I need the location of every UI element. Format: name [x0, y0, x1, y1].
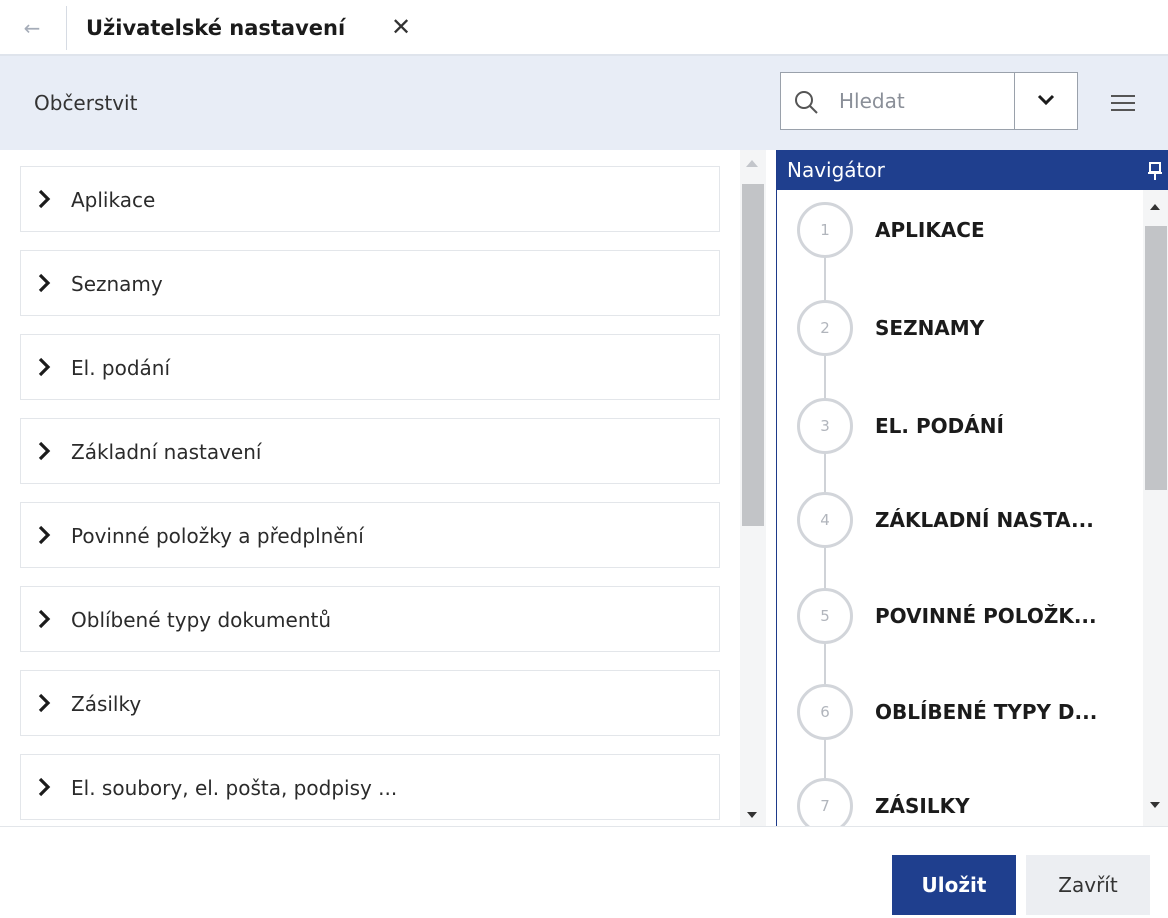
chevron-right-icon: [38, 693, 51, 713]
step-number: 1: [797, 202, 853, 258]
section-label: Povinné položky a předplnění: [71, 524, 364, 548]
step-number: 5: [797, 588, 853, 644]
search-dropdown-button[interactable]: [1015, 73, 1078, 129]
settings-section-list: Aplikace Seznamy El. podání Základní nas…: [0, 150, 740, 826]
chevron-right-icon: [38, 357, 51, 377]
search-icon: [795, 91, 818, 114]
section-label: Zásilky: [71, 692, 142, 716]
scrollbar-thumb[interactable]: [742, 184, 764, 526]
tab-bar: ← Uživatelské nastavení ✕: [0, 0, 1168, 56]
step-number: 3: [797, 398, 853, 454]
search-box: [780, 72, 1078, 130]
step-label: ZÁKLADNÍ NASTA...: [875, 508, 1094, 532]
list-scrollbar[interactable]: [740, 150, 766, 826]
navigator-header: Navigátor: [777, 150, 1168, 190]
chevron-right-icon: [38, 525, 51, 545]
tab-title[interactable]: Uživatelské nastavení: [86, 14, 345, 42]
section-el-soubory[interactable]: El. soubory, el. pošta, podpisy ...: [20, 754, 720, 820]
step-label: SEZNAMY: [875, 316, 985, 340]
chevron-right-icon: [38, 189, 51, 209]
section-zasilky[interactable]: Zásilky: [20, 670, 720, 736]
navigator-scrollbar[interactable]: [1143, 190, 1168, 826]
navigator-title: Navigátor: [787, 158, 885, 182]
step-number: 7: [797, 778, 853, 826]
close-tab-icon[interactable]: ✕: [388, 12, 414, 42]
step-label: ZÁSILKY: [875, 794, 970, 818]
section-label: Aplikace: [71, 188, 156, 212]
section-label: El. podání: [71, 356, 171, 380]
toolbar: Občerstvit: [0, 56, 1168, 150]
scrollbar-thumb[interactable]: [1145, 226, 1167, 490]
section-zakladni-nastaveni[interactable]: Základní nastavení: [20, 418, 720, 484]
chevron-right-icon: [38, 609, 51, 629]
step-label: OBLÍBENÉ TYPY D...: [875, 700, 1098, 724]
navigator-steps: 1 APLIKACE 2 SEZNAMY 3 EL. PODÁNÍ 4 ZÁKL…: [777, 190, 1143, 826]
hamburger-menu-icon[interactable]: [1110, 92, 1136, 114]
nav-step-povinne-polozky[interactable]: 5 POVINNÉ POLOŽK...: [777, 588, 1143, 648]
chevron-right-icon: [38, 273, 51, 293]
pin-icon[interactable]: [1148, 162, 1162, 180]
step-number: 4: [797, 492, 853, 548]
dialog-footer: Uložit Zavřít: [0, 826, 1168, 918]
section-oblibene-typy[interactable]: Oblíbené typy dokumentů: [20, 586, 720, 652]
nav-step-aplikace[interactable]: 1 APLIKACE: [777, 202, 1143, 262]
refresh-button[interactable]: Občerstvit: [34, 88, 137, 118]
nav-step-el-podani[interactable]: 3 EL. PODÁNÍ: [777, 398, 1143, 458]
scroll-down-arrow-icon[interactable]: [747, 812, 757, 818]
nav-step-zakladni-nastaveni[interactable]: 4 ZÁKLADNÍ NASTA...: [777, 492, 1143, 552]
step-number: 2: [797, 300, 853, 356]
search-input[interactable]: [839, 81, 1009, 121]
section-aplikace[interactable]: Aplikace: [20, 166, 720, 232]
section-label: Seznamy: [71, 272, 163, 296]
section-seznamy[interactable]: Seznamy: [20, 250, 720, 316]
nav-step-zasilky[interactable]: 7 ZÁSILKY: [777, 778, 1143, 826]
section-label: El. soubory, el. pošta, podpisy ...: [71, 776, 398, 800]
scroll-up-arrow-icon[interactable]: [1150, 204, 1160, 210]
chevron-right-icon: [38, 441, 51, 461]
back-arrow-icon[interactable]: ←: [18, 14, 46, 42]
step-number: 6: [797, 684, 853, 740]
close-button[interactable]: Zavřít: [1026, 855, 1150, 915]
chevron-down-icon: [1037, 94, 1055, 106]
section-el-podani[interactable]: El. podání: [20, 334, 720, 400]
tab-divider: [66, 6, 67, 50]
section-label: Základní nastavení: [71, 440, 262, 464]
step-label: APLIKACE: [875, 218, 985, 242]
section-povinne-polozky[interactable]: Povinné položky a předplnění: [20, 502, 720, 568]
section-label: Oblíbené typy dokumentů: [71, 608, 332, 632]
save-button[interactable]: Uložit: [892, 855, 1016, 915]
nav-step-oblibene-typy[interactable]: 6 OBLÍBENÉ TYPY D...: [777, 684, 1143, 744]
navigator-panel: Navigátor 1 APLIKACE 2 SEZNAMY 3 EL. POD…: [776, 150, 1168, 826]
step-label: POVINNÉ POLOŽK...: [875, 604, 1097, 628]
scroll-up-arrow-icon[interactable]: [746, 160, 758, 167]
chevron-right-icon: [38, 777, 51, 797]
scroll-down-arrow-icon[interactable]: [1150, 802, 1160, 808]
nav-step-seznamy[interactable]: 2 SEZNAMY: [777, 300, 1143, 360]
step-label: EL. PODÁNÍ: [875, 414, 1004, 438]
